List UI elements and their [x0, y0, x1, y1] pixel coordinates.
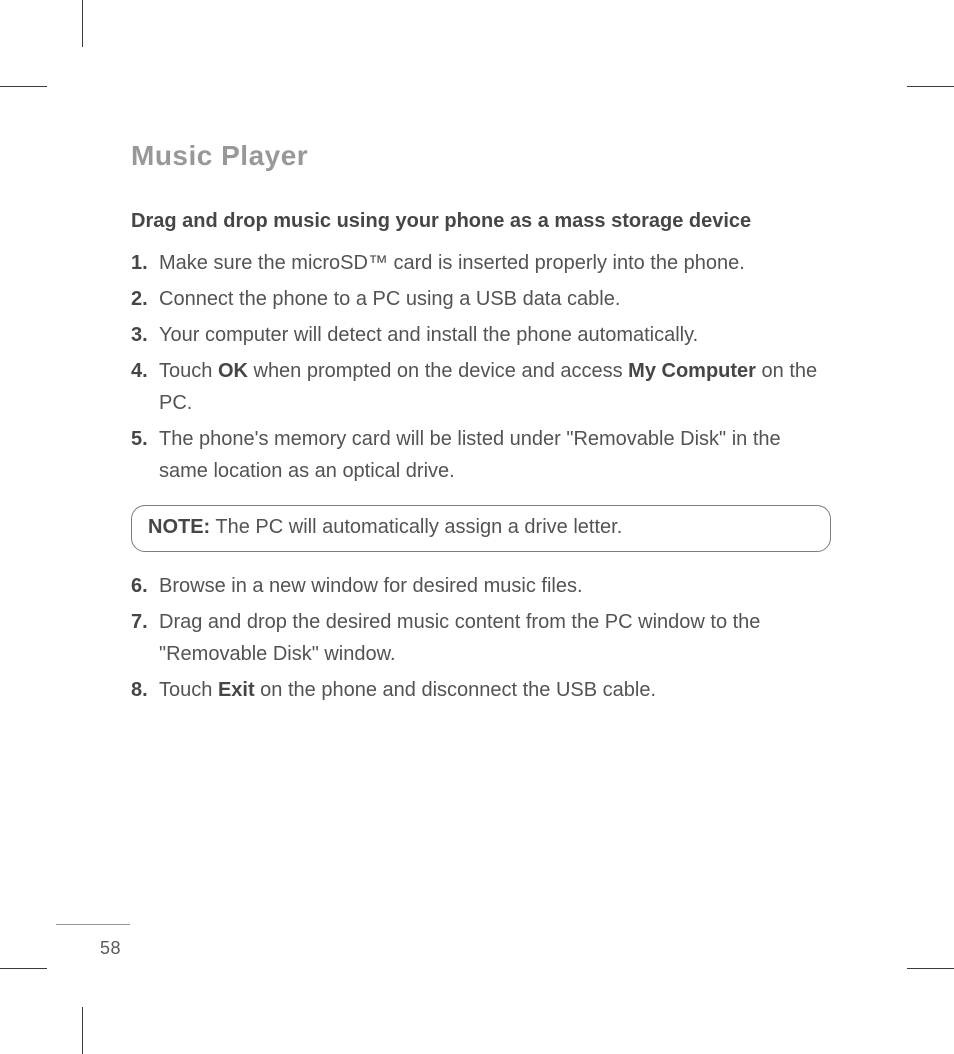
step-number: 4. — [131, 355, 148, 387]
step-text: Connect the phone to a PC using a USB da… — [159, 288, 620, 310]
step-number: 8. — [131, 674, 148, 706]
step-text: Your computer will detect and install th… — [159, 324, 698, 346]
crop-mark — [907, 968, 954, 969]
steps-list-b: 6. Browse in a new window for desired mu… — [131, 570, 831, 706]
crop-mark — [907, 86, 954, 87]
note-label: NOTE: — [148, 516, 210, 538]
bold-exit: Exit — [218, 679, 255, 701]
step-text: Drag and drop the desired music content … — [159, 611, 760, 665]
step-text: Browse in a new window for desired music… — [159, 575, 583, 597]
section-subhead: Drag and drop music using your phone as … — [131, 210, 831, 233]
bold-my-computer: My Computer — [628, 360, 756, 382]
page-number-rule — [56, 924, 130, 925]
step-item: 6. Browse in a new window for desired mu… — [131, 570, 831, 602]
step-item: 8. Touch Exit on the phone and disconnec… — [131, 674, 831, 706]
step-number: 3. — [131, 319, 148, 351]
step-number: 5. — [131, 423, 148, 455]
step-item: 3. Your computer will detect and install… — [131, 319, 831, 351]
step-text: when prompted on the device and access — [248, 360, 628, 382]
crop-mark — [0, 968, 47, 969]
step-item: 7. Drag and drop the desired music conte… — [131, 606, 831, 670]
step-number: 7. — [131, 606, 148, 638]
step-number: 6. — [131, 570, 148, 602]
steps-list-a: 1. Make sure the microSD™ card is insert… — [131, 247, 831, 487]
page-content: Music Player Drag and drop music using y… — [131, 140, 831, 710]
step-item: 2. Connect the phone to a PC using a USB… — [131, 283, 831, 315]
step-text: Touch — [159, 360, 218, 382]
note-body: The PC will automatically assign a drive… — [210, 516, 622, 538]
step-item: 5. The phone's memory card will be liste… — [131, 423, 831, 487]
step-number: 1. — [131, 247, 148, 279]
crop-mark — [0, 86, 47, 87]
page-number: 58 — [100, 938, 121, 959]
step-item: 1. Make sure the microSD™ card is insert… — [131, 247, 831, 279]
crop-mark — [82, 0, 83, 47]
step-text: Touch — [159, 679, 218, 701]
step-text: on the phone and disconnect the USB cabl… — [255, 679, 656, 701]
step-text: Make sure the microSD™ card is inserted … — [159, 252, 745, 274]
step-item: 4. Touch OK when prompted on the device … — [131, 355, 831, 419]
bold-ok: OK — [218, 360, 248, 382]
page-title: Music Player — [131, 140, 831, 172]
note-box: NOTE: The PC will automatically assign a… — [131, 505, 831, 552]
step-text: The phone's memory card will be listed u… — [159, 428, 781, 482]
step-number: 2. — [131, 283, 148, 315]
crop-mark — [82, 1007, 83, 1054]
